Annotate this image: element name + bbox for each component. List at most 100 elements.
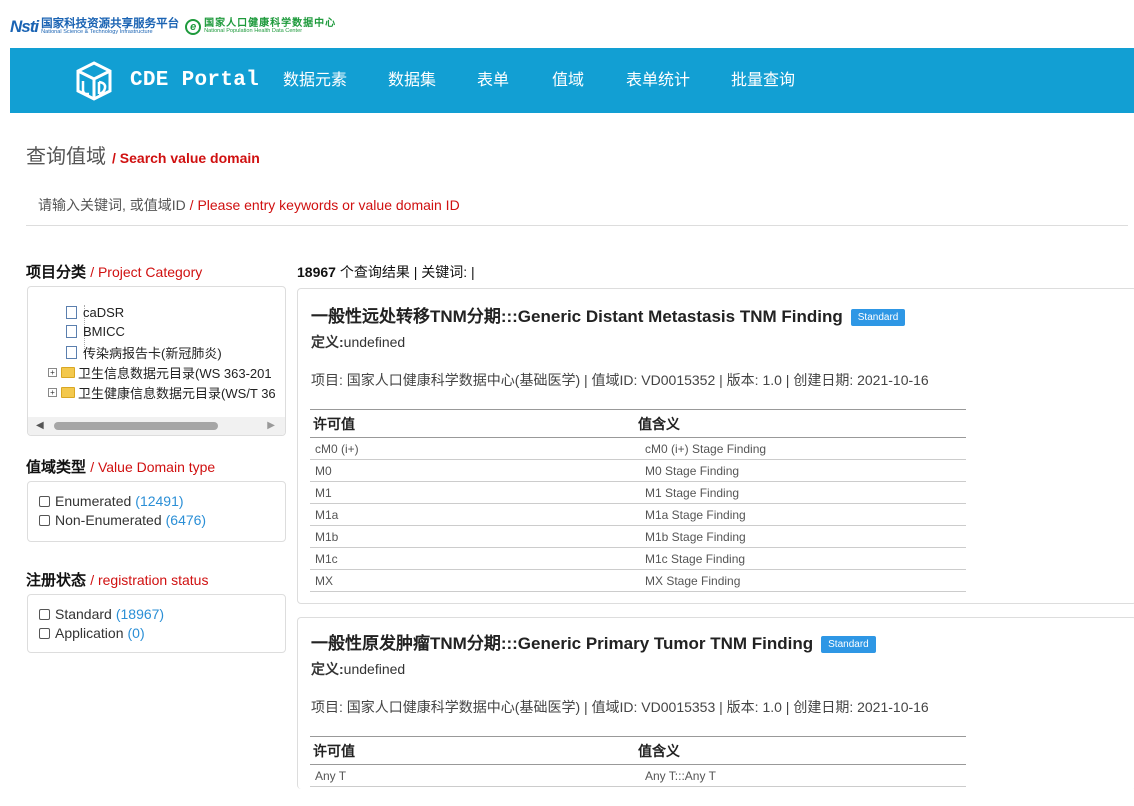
table-row: Any T Any T:::Any T [310, 764, 966, 787]
nsti-logo-mark: Nsti [10, 17, 39, 36]
cell-value: MX [310, 569, 635, 592]
tree-item-label: 卫生健康信息数据元目录(WS/T 36 [78, 386, 276, 401]
scroll-right-icon[interactable]: ▶ [267, 420, 275, 431]
filter-count[interactable]: (0) [128, 625, 145, 641]
nav-value-domains[interactable]: 值域 [552, 48, 584, 113]
search-placeholder-cn: 请输入关键词, 或值域ID [38, 197, 186, 213]
category-tree: caDSR BMICC 传染病报告卡(新冠肺炎) + 卫生信息数据元目录(WS … [27, 286, 286, 436]
table-header-row: 许可值 值含义 [310, 736, 966, 765]
folder-icon [61, 367, 75, 378]
tree-item-wst36[interactable]: + 卫生健康信息数据元目录(WS/T 36 [48, 383, 276, 402]
search-placeholder-en: / Please entry keywords or value domain … [189, 197, 460, 213]
status-title-cn: 注册状态 [26, 572, 87, 589]
card-meta: 项目: 国家人口健康科学数据中心(基础医学) | 值域ID: VD0015352… [311, 372, 929, 388]
result-count: 18967 个查询结果 | 关键词: | [297, 262, 475, 282]
nphdc-logo[interactable]: e 国家人口健康科学数据中心 National Population Healt… [185, 18, 336, 35]
filter-count[interactable]: (12491) [135, 493, 183, 509]
domain-type-heading: 值域类型 / Value Domain type [26, 456, 215, 477]
definition-value: undefined [343, 661, 406, 677]
filter-enumerated[interactable]: Enumerated (12491) [39, 493, 184, 509]
tree-item-label: BMICC [83, 324, 125, 339]
values-table: 许可值 值含义 Any T Any T:::Any T [310, 736, 966, 787]
cell-value: M1c [310, 547, 635, 570]
nphdc-logo-icon: e [185, 18, 202, 35]
checkbox[interactable] [39, 514, 50, 526]
cell-meaning: MX Stage Finding [635, 569, 966, 592]
checkbox[interactable] [39, 495, 50, 507]
card-title-text[interactable]: 一般性原发肿瘤TNM分期:::Generic Primary Tumor TNM… [311, 634, 813, 653]
file-icon [66, 306, 77, 319]
checkbox[interactable] [39, 627, 50, 639]
category-title-cn: 项目分类 [26, 264, 87, 281]
status-badge: Standard [821, 636, 876, 653]
page-title: 查询值域 / Search value domain [26, 140, 260, 169]
card-title[interactable]: 一般性原发肿瘤TNM分期:::Generic Primary Tumor TNM… [311, 629, 876, 654]
col-permissible-value: 许可值 [310, 409, 635, 438]
scroll-thumb[interactable] [54, 422, 218, 430]
filter-count[interactable]: (18967) [116, 606, 164, 622]
category-title-en: / Project Category [90, 264, 203, 280]
table-row: M1 M1 Stage Finding [310, 481, 966, 504]
card-title-text[interactable]: 一般性远处转移TNM分期:::Generic Distant Metastasi… [311, 307, 843, 326]
card-meta: 项目: 国家人口健康科学数据中心(基础医学) | 值域ID: VD0015353… [311, 699, 929, 715]
nav-forms[interactable]: 表单 [477, 48, 509, 113]
search-divider [26, 225, 1128, 226]
table-row: MX MX Stage Finding [310, 569, 966, 592]
filter-non-enumerated[interactable]: Non-Enumerated (6476) [39, 512, 206, 528]
filter-application[interactable]: Application (0) [39, 625, 145, 641]
brand[interactable]: CDE Portal [74, 48, 259, 113]
file-icon [66, 325, 77, 338]
status-title-en: / registration status [90, 572, 209, 588]
col-value-meaning: 值含义 [635, 409, 966, 438]
tree-item-ws363[interactable]: + 卫生信息数据元目录(WS 363-201 [48, 363, 272, 382]
cell-value: M0 [310, 459, 635, 482]
expand-icon[interactable]: + [48, 368, 57, 377]
tree-item-label: caDSR [83, 305, 125, 320]
checkbox[interactable] [39, 608, 50, 620]
result-count-number: 18967 [297, 264, 336, 280]
cell-meaning: Any T:::Any T [635, 764, 966, 787]
tree-item-covid-report[interactable]: 传染病报告卡(新冠肺炎) [66, 343, 222, 362]
expand-icon[interactable]: + [48, 388, 57, 397]
cell-meaning: cM0 (i+) Stage Finding [635, 437, 966, 460]
nav-datasets[interactable]: 数据集 [388, 48, 436, 113]
search-input[interactable]: 请输入关键词, 或值域ID / Please entry keywords or… [38, 195, 460, 215]
page-title-en: / Search value domain [112, 150, 260, 166]
table-header-row: 许可值 值含义 [310, 409, 966, 438]
page-title-cn: 查询值域 [26, 146, 106, 168]
file-icon [66, 346, 77, 359]
header-logos: Nsti 国家科技资源共享服务平台 National Science & Tec… [10, 10, 610, 44]
definition-value: undefined [343, 334, 406, 350]
filter-count[interactable]: (6476) [166, 512, 206, 528]
nav-batch-query[interactable]: 批量查询 [731, 48, 795, 113]
nav-data-elements[interactable]: 数据元素 [283, 48, 347, 113]
nav-form-stats[interactable]: 表单统计 [626, 48, 690, 113]
card-title[interactable]: 一般性远处转移TNM分期:::Generic Distant Metastasi… [311, 302, 906, 327]
cell-value: M1a [310, 503, 635, 526]
status-badge: Standard [850, 309, 906, 326]
result-card: 一般性原发肿瘤TNM分期:::Generic Primary Tumor TNM… [297, 617, 1134, 789]
filter-label: Enumerated [55, 493, 132, 509]
cell-value: cM0 (i+) [310, 437, 635, 460]
tree-item-bmicc[interactable]: BMICC [66, 324, 125, 339]
cube-logo-icon [76, 60, 112, 101]
filter-label: Standard [55, 606, 112, 622]
tree-item-cadsr[interactable]: caDSR [66, 305, 124, 320]
filter-label: Non-Enumerated [55, 512, 162, 528]
cell-meaning: M1b Stage Finding [635, 525, 966, 548]
table-row: M0 M0 Stage Finding [310, 459, 966, 482]
domain-type-title-en: / Value Domain type [90, 459, 216, 475]
nsti-logo[interactable]: Nsti 国家科技资源共享服务平台 National Science & Tec… [10, 17, 179, 37]
brand-title: CDE Portal [130, 69, 260, 92]
cell-value: M1 [310, 481, 635, 504]
card-definition: 定义:undefined [311, 332, 405, 352]
category-heading: 项目分类 / Project Category [26, 261, 202, 282]
scroll-left-icon[interactable]: ◀ [36, 420, 44, 431]
tree-horizontal-scrollbar[interactable]: ◀ ▶ [28, 417, 285, 435]
definition-label: 定义: [311, 334, 344, 350]
card-definition: 定义:undefined [311, 659, 405, 679]
filter-standard[interactable]: Standard (18967) [39, 606, 164, 622]
cell-meaning: M1c Stage Finding [635, 547, 966, 570]
table-row: M1c M1c Stage Finding [310, 547, 966, 570]
cell-value: Any T [310, 764, 635, 787]
